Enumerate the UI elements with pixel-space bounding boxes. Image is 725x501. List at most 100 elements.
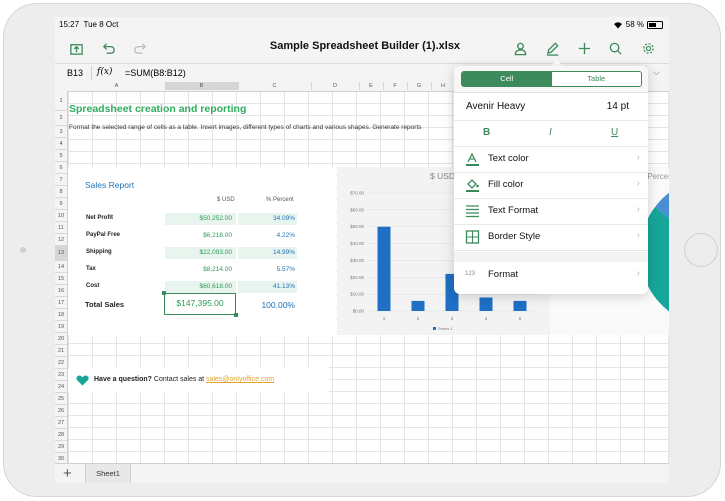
- add-icon[interactable]: [575, 39, 593, 57]
- row-percent[interactable]: 14.99%: [238, 247, 297, 259]
- home-button[interactable]: [684, 233, 718, 267]
- back-to-files-icon[interactable]: [67, 39, 85, 57]
- column-header[interactable]: B: [165, 82, 239, 90]
- underline-button[interactable]: U: [611, 127, 618, 138]
- row-header[interactable]: 19: [55, 321, 67, 333]
- row-percent[interactable]: 41.13%: [238, 281, 297, 293]
- edit-pencil-icon[interactable]: [543, 39, 561, 57]
- row-header[interactable]: 11: [55, 222, 67, 234]
- settings-gear-icon[interactable]: [639, 39, 657, 57]
- font-size[interactable]: 14 pt: [607, 101, 629, 112]
- row-header[interactable]: 7: [55, 174, 67, 186]
- column-header[interactable]: A: [68, 82, 166, 90]
- undo-icon[interactable]: [99, 39, 117, 57]
- sales-email-link[interactable]: sales@onlyoffice.com: [206, 376, 274, 383]
- row-label[interactable]: Cost: [86, 283, 99, 289]
- row-header[interactable]: 22: [55, 357, 67, 369]
- column-header[interactable]: F: [383, 82, 408, 90]
- row-percent[interactable]: 4.22%: [238, 230, 297, 242]
- wifi-icon: [613, 21, 622, 28]
- row-header[interactable]: 10: [55, 210, 67, 222]
- popover-separator: [454, 252, 648, 262]
- y-tick-label: $50.00: [350, 224, 364, 229]
- row-header[interactable]: 9: [55, 198, 67, 210]
- row-header[interactable]: 17: [55, 297, 67, 309]
- sales-report-title[interactable]: Sales Report: [85, 180, 134, 190]
- font-selector[interactable]: Avenir Heavy 14 pt: [454, 94, 648, 121]
- row-header[interactable]: 29: [55, 441, 67, 453]
- col-header-usd[interactable]: $ USD: [217, 197, 235, 203]
- row-usd[interactable]: $6,218.00: [165, 230, 236, 242]
- menu-item-text-color[interactable]: Text color ›: [454, 146, 648, 173]
- row-label[interactable]: PayPal Free: [86, 232, 120, 238]
- selection-handle[interactable]: [234, 313, 238, 317]
- total-percent[interactable]: 100.00%: [238, 300, 297, 310]
- row-header[interactable]: 12: [55, 234, 67, 246]
- add-sheet-icon[interactable]: +: [63, 465, 72, 482]
- chevron-down-icon[interactable]: ⌵: [653, 67, 660, 78]
- formula-input[interactable]: =SUM(B8:B12): [125, 68, 186, 78]
- row-header[interactable]: 3: [55, 126, 67, 138]
- row-header[interactable]: 2: [55, 111, 67, 126]
- cell-reference[interactable]: B13: [67, 68, 83, 78]
- row-header[interactable]: 5: [55, 150, 67, 162]
- search-icon[interactable]: [606, 39, 624, 57]
- tab-cell[interactable]: Cell: [462, 72, 552, 86]
- row-label[interactable]: Net Profit: [86, 215, 113, 221]
- column-header[interactable]: D: [311, 82, 360, 90]
- row-label[interactable]: Tax: [86, 266, 96, 272]
- row-label[interactable]: Shipping: [86, 249, 112, 255]
- column-header[interactable]: C: [238, 82, 312, 90]
- row-usd[interactable]: $50,252.00: [165, 213, 236, 225]
- row-header[interactable]: 24: [55, 381, 67, 393]
- row-header[interactable]: 13: [55, 246, 67, 261]
- row-header[interactable]: 14: [55, 261, 67, 273]
- tab-table[interactable]: Table: [551, 72, 641, 86]
- row-header[interactable]: 28: [55, 429, 67, 441]
- row-header[interactable]: 27: [55, 417, 67, 429]
- row-usd[interactable]: $22,093.00: [165, 247, 236, 259]
- row-header[interactable]: 23: [55, 369, 67, 381]
- row-header[interactable]: 25: [55, 393, 67, 405]
- text-color-icon: [465, 152, 480, 166]
- menu-item-fill-color[interactable]: Fill color ›: [454, 172, 648, 199]
- menu-item-format[interactable]: 123 Format ›: [454, 262, 648, 288]
- row-percent[interactable]: 34.09%: [238, 213, 297, 225]
- column-header[interactable]: G: [407, 82, 432, 90]
- function-icon[interactable]: f(x): [97, 67, 112, 77]
- text-format-icon: [465, 204, 480, 218]
- row-header[interactable]: 8: [55, 186, 67, 198]
- redo-icon[interactable]: [131, 39, 149, 57]
- row-header[interactable]: 26: [55, 405, 67, 417]
- row-header[interactable]: 15: [55, 273, 67, 285]
- row-header[interactable]: 18: [55, 309, 67, 321]
- col-header-percent[interactable]: % Percent: [266, 197, 294, 203]
- bold-button[interactable]: B: [483, 127, 490, 138]
- row-header[interactable]: 21: [55, 345, 67, 357]
- sheet-description[interactable]: Format the selected range of cells as a …: [69, 124, 455, 131]
- total-sales-label[interactable]: Total Sales: [85, 300, 124, 309]
- row-usd[interactable]: $60,618.00: [165, 281, 236, 293]
- column-header[interactable]: E: [359, 82, 384, 90]
- heart-icon: [76, 375, 89, 386]
- column-header[interactable]: H: [431, 82, 456, 90]
- total-sales-cell-selected[interactable]: $147,395.00: [162, 291, 238, 317]
- sheet-heading[interactable]: Spreadsheet creation and reporting: [69, 103, 246, 115]
- row-usd[interactable]: $8,214.00: [165, 264, 236, 276]
- menu-item-border-style[interactable]: Border Style ›: [454, 224, 648, 251]
- row-percent[interactable]: 5.57%: [238, 264, 297, 276]
- italic-button[interactable]: I: [549, 127, 552, 138]
- row-header[interactable]: 1: [55, 91, 67, 111]
- row-header[interactable]: 16: [55, 285, 67, 297]
- cell-table-segmented-control: Cell Table: [461, 71, 642, 87]
- menu-item-text-format[interactable]: Text Format ›: [454, 198, 648, 225]
- question-text: Have a question? Contact sales at sales@…: [94, 376, 275, 383]
- collaboration-icon[interactable]: [511, 39, 529, 57]
- selection-handle[interactable]: [162, 291, 166, 295]
- bar: [479, 297, 493, 311]
- row-header[interactable]: 20: [55, 333, 67, 345]
- row-header[interactable]: 4: [55, 138, 67, 150]
- sheet-tab[interactable]: Sheet1: [85, 464, 131, 483]
- row-header[interactable]: 6: [55, 162, 67, 174]
- question-banner: Have a question? Contact sales at sales@…: [68, 367, 329, 393]
